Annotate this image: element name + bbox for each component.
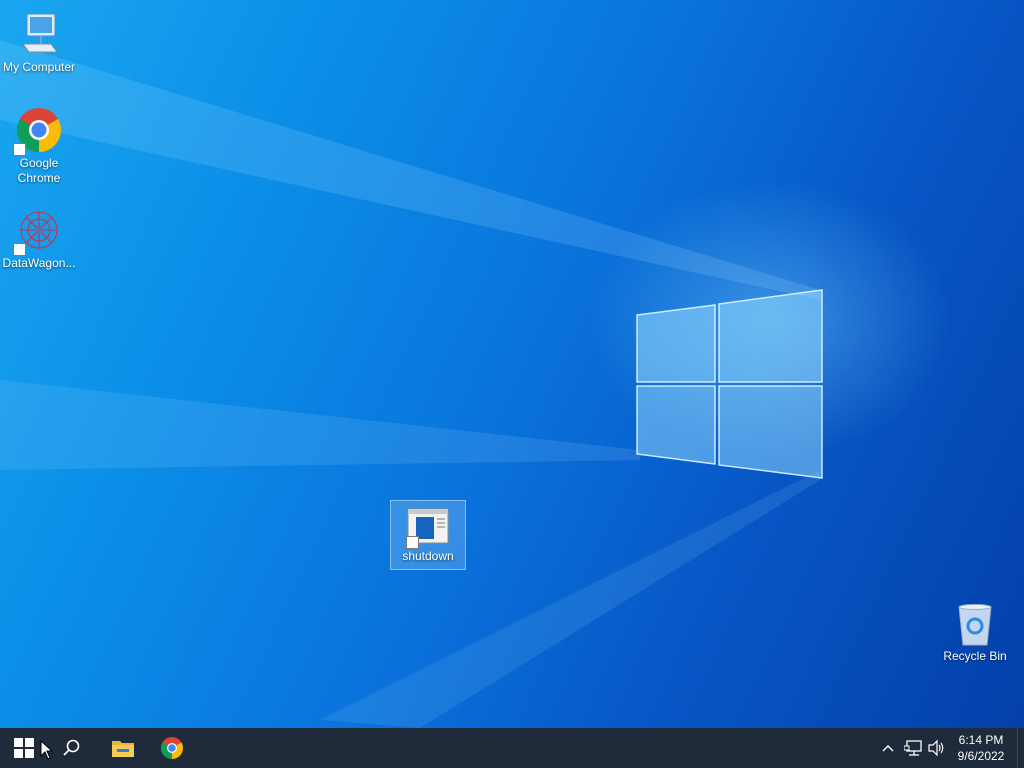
mouse-cursor-icon [40, 740, 52, 760]
search-icon [63, 739, 80, 756]
taskbar-google-chrome[interactable] [150, 728, 194, 768]
clock-date: 9/6/2022 [957, 749, 1005, 763]
desktop-icon-datawagon[interactable]: DataWagon... [1, 206, 77, 271]
tray-volume[interactable] [925, 728, 949, 768]
chrome-icon [13, 106, 63, 156]
desktop-icon-label: DataWagon... [2, 256, 76, 270]
shortcut-arrow-icon [13, 243, 26, 256]
taskbar-file-explorer[interactable] [101, 728, 145, 768]
search-button[interactable] [52, 728, 92, 768]
clock-time: 6:14 PM [958, 733, 1004, 747]
tray-clock[interactable]: 6:14 PM 9/6/2022 [950, 728, 1012, 768]
show-desktop-button[interactable] [1017, 728, 1024, 768]
network-icon [904, 740, 922, 756]
windows-logo-icon [14, 738, 34, 758]
desktop-icon-label: Google Chrome [17, 156, 61, 185]
tray-network[interactable] [901, 728, 925, 768]
shutdown-shortcut-icon [404, 507, 452, 549]
datawagon-icon [13, 206, 63, 256]
chrome-icon [161, 737, 183, 759]
shortcut-arrow-icon [13, 143, 26, 156]
recycle-bin-icon [951, 603, 999, 647]
desktop-icon-google-chrome[interactable]: Google Chrome [1, 106, 77, 186]
shortcut-arrow-icon [406, 536, 419, 549]
chevron-up-icon [882, 745, 894, 752]
desktop-icon-label: Recycle Bin [943, 649, 1007, 663]
desktop-icon-my-computer[interactable]: My Computer [1, 10, 77, 75]
desktop-icon-label: shutdown [402, 549, 454, 563]
desktop-background[interactable]: My Computer Google Chrome DataWagon... s… [0, 0, 1024, 728]
desktop-icon-shutdown[interactable]: shutdown [390, 500, 466, 570]
windows-wallpaper-logo [636, 289, 823, 479]
taskbar: 6:14 PM 9/6/2022 [0, 728, 1024, 768]
desktop-icon-label: My Computer [2, 60, 76, 74]
computer-icon [15, 10, 63, 58]
volume-icon [928, 740, 944, 756]
folder-icon [112, 741, 134, 757]
desktop-icon-recycle-bin[interactable]: Recycle Bin [937, 603, 1013, 664]
tray-show-hidden-icons[interactable] [878, 728, 898, 768]
